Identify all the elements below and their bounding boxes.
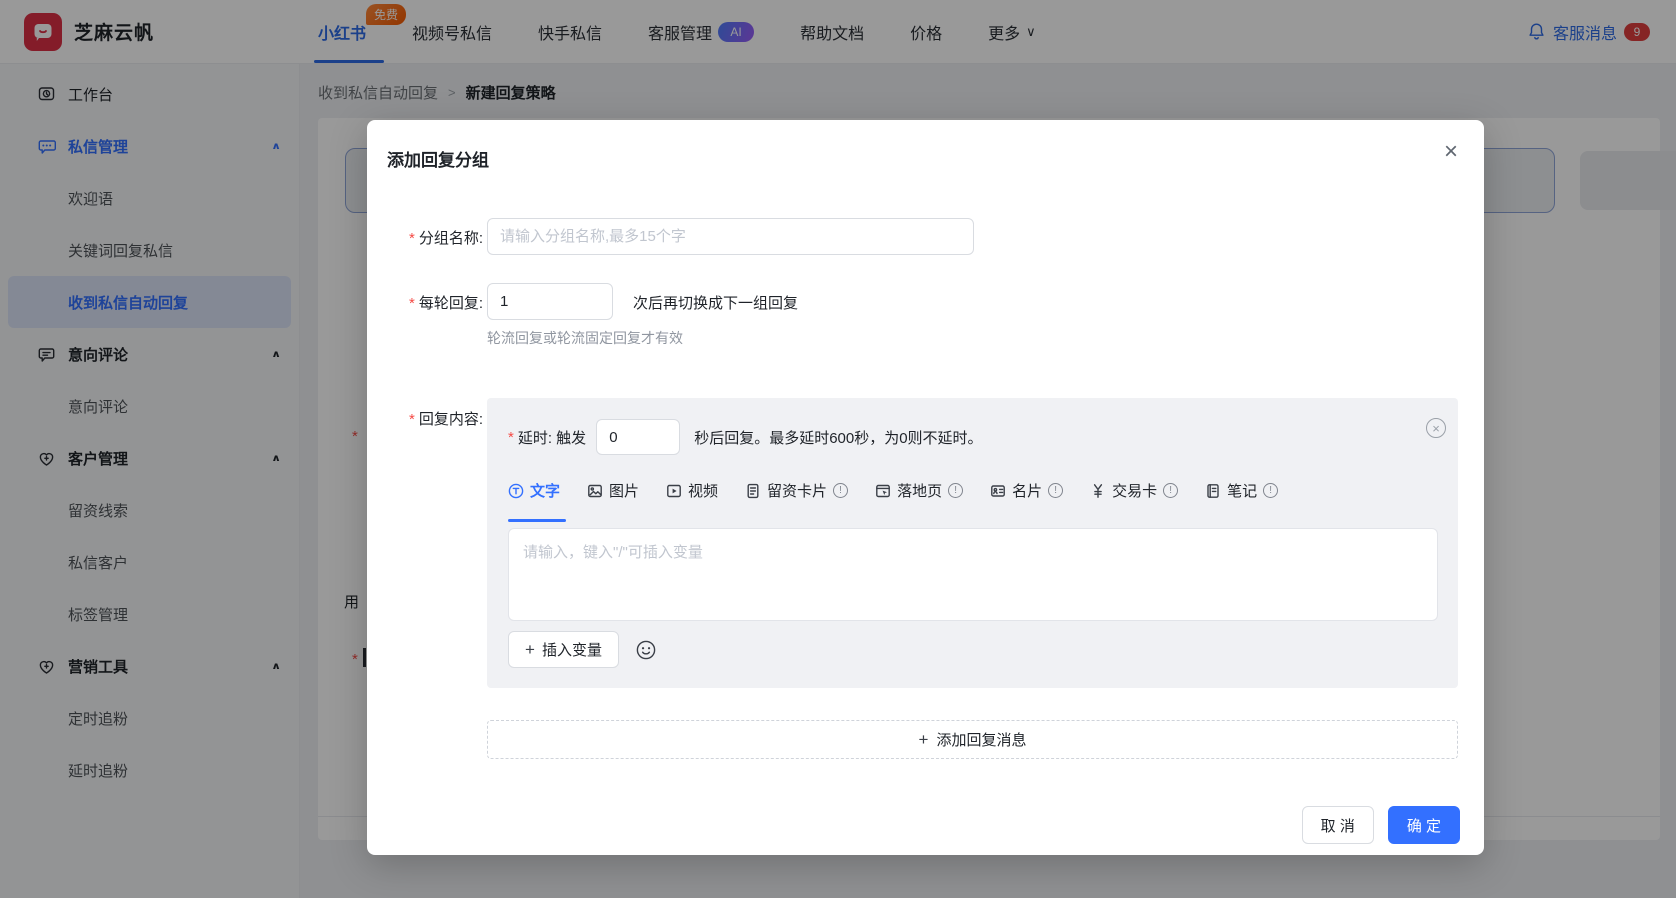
image-icon (588, 484, 602, 497)
editor-toolbar: + 插入变量 (508, 631, 657, 668)
remove-message-icon[interactable]: × (1426, 418, 1446, 438)
tab-business-card[interactable]: 名片 ! (990, 480, 1064, 503)
lead-card-icon (747, 483, 759, 498)
trade-card-icon (1093, 483, 1103, 498)
emoji-icon[interactable] (635, 639, 657, 661)
message-type-tabs: 文字 图片 视频 留资卡片 ! 落地页 ! 名片 ! 交易卡 ! 笔记 ! (508, 480, 1279, 522)
delay-row: * 延时: 触发 秒后回复。最多延时600秒，为0则不延时。 (508, 419, 983, 455)
group-name-input[interactable] (487, 218, 974, 255)
add-reply-message-button[interactable]: + 添加回复消息 (487, 720, 1458, 759)
add-reply-group-dialog: 添加回复分组 × *分组名称: *每轮回复: 次后再切换成下一组回复 轮流回复或… (367, 120, 1484, 855)
tab-lead-card[interactable]: 留资卡片 ! (745, 480, 849, 503)
app-window: 芝麻云帆 小红书 免费 视频号私信 快手私信 客服管理 AI 帮助文档 价格 更多… (0, 0, 1676, 898)
group-name-label: * 分组名称: (408, 230, 483, 247)
reply-content-label: * 回复内容: (408, 411, 483, 428)
dialog-title: 添加回复分组 (387, 151, 489, 170)
delay-seconds-input[interactable] (596, 419, 681, 455)
per-round-suffix: 次后再切换成下一组回复 (633, 295, 799, 312)
info-icon[interactable]: ! (1048, 483, 1064, 498)
plus-icon: + (525, 639, 535, 659)
tab-text[interactable]: 文字 (508, 480, 567, 522)
delay-label: 延时: 触发 (517, 429, 587, 447)
text-icon (508, 483, 524, 498)
confirm-button[interactable]: 确 定 (1387, 806, 1460, 844)
insert-variable-button[interactable]: + 插入变量 (508, 631, 619, 668)
per-round-input[interactable] (487, 283, 613, 320)
tab-note[interactable]: 笔记 ! (1205, 480, 1279, 503)
reply-text-editor[interactable] (508, 528, 1438, 621)
per-round-label: * 每轮回复: (408, 295, 483, 312)
required-mark: * (408, 230, 415, 247)
landing-page-icon (876, 484, 890, 497)
info-icon[interactable]: ! (1163, 483, 1179, 498)
business-card-icon (991, 484, 1005, 497)
required-mark: * (408, 295, 415, 312)
tab-landing-page[interactable]: 落地页 ! (875, 480, 964, 503)
info-icon[interactable]: ! (1263, 483, 1279, 498)
close-icon[interactable]: × (1444, 140, 1458, 164)
tab-image[interactable]: 图片 (587, 480, 639, 503)
required-mark: * (508, 428, 514, 446)
tab-trade-card[interactable]: 交易卡 ! (1090, 480, 1179, 503)
reply-message-card: * 延时: 触发 秒后回复。最多延时600秒，为0则不延时。 × 文字 图片 视… (487, 398, 1458, 688)
plus-icon: + (918, 729, 929, 749)
note-icon (1207, 483, 1219, 498)
info-icon[interactable]: ! (948, 483, 964, 498)
required-mark: * (408, 411, 415, 428)
info-icon[interactable]: ! (833, 483, 849, 498)
cancel-button[interactable]: 取 消 (1301, 806, 1374, 844)
tab-video[interactable]: 视频 (666, 480, 718, 503)
per-round-hint: 轮流回复或轮流固定回复才有效 (487, 330, 683, 346)
video-icon (667, 484, 681, 497)
delay-suffix: 秒后回复。最多延时600秒，为0则不延时。 (694, 429, 983, 447)
dialog-footer: 取 消 确 定 (1301, 806, 1460, 844)
